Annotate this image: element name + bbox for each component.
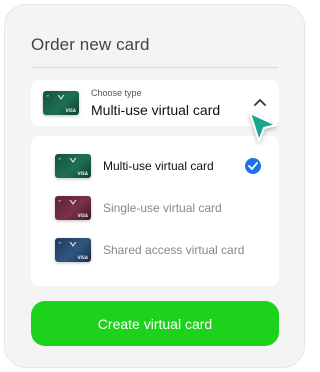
card-thumbnail: ≡ VISA xyxy=(43,91,79,115)
panel-title: Order new card xyxy=(31,35,150,54)
card-brand-mark: ≡ xyxy=(58,156,62,161)
card-logo-icon xyxy=(57,95,65,100)
option-multi-use[interactable]: ≡ VISA Multi-use virtual card xyxy=(31,149,279,183)
select-label: Choose type xyxy=(91,88,142,98)
option-label: Shared access virtual card xyxy=(103,243,245,257)
card-logo-icon xyxy=(69,200,77,205)
card-brand-mark: ≡ xyxy=(46,93,50,98)
card-thumbnail: ≡ VISA xyxy=(55,196,91,220)
option-label: Multi-use virtual card xyxy=(103,159,214,173)
card-type-select[interactable]: ≡ VISA Choose type Multi-use virtual car… xyxy=(31,80,279,126)
card-logo-icon xyxy=(69,158,77,163)
card-logo-icon xyxy=(69,242,77,247)
option-single-use[interactable]: ≡ VISA Single-use virtual card xyxy=(31,191,279,225)
option-label: Single-use virtual card xyxy=(103,201,222,215)
visa-label: VISA xyxy=(65,108,76,113)
divider xyxy=(31,67,278,68)
visa-label: VISA xyxy=(77,255,88,260)
card-brand-mark: ≡ xyxy=(58,198,62,203)
create-card-button[interactable]: Create virtual card xyxy=(31,301,279,346)
card-type-dropdown: ≡ VISA Multi-use virtual card ≡ VISA Sin… xyxy=(31,136,279,286)
check-icon xyxy=(245,158,261,174)
option-shared-access[interactable]: ≡ VISA Shared access virtual card xyxy=(31,233,279,267)
cursor-pointer-icon xyxy=(249,112,277,142)
card-thumbnail: ≡ VISA xyxy=(55,154,91,178)
visa-label: VISA xyxy=(77,171,88,176)
select-value: Multi-use virtual card xyxy=(91,102,221,118)
chevron-up-icon[interactable] xyxy=(253,97,267,107)
visa-label: VISA xyxy=(77,213,88,218)
card-brand-mark: ≡ xyxy=(58,240,62,245)
card-thumbnail: ≡ VISA xyxy=(55,238,91,262)
order-card-panel: Order new card ≡ VISA Choose type Multi-… xyxy=(4,4,305,368)
